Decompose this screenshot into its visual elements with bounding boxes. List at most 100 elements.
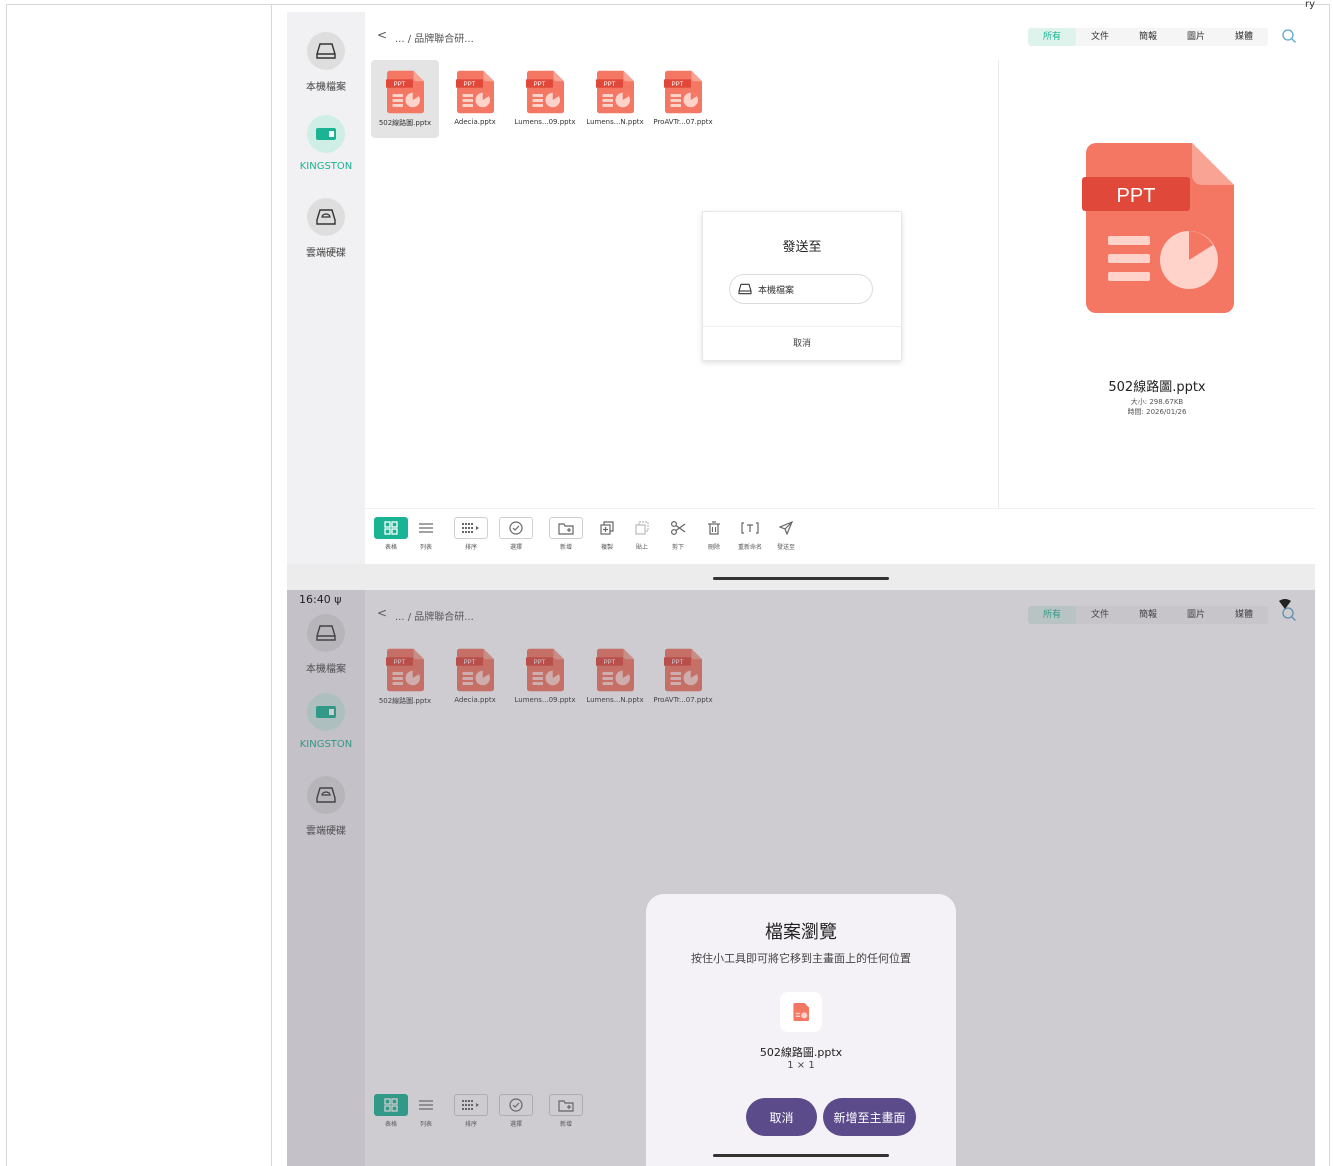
ppt-badge-text: PPT [534, 82, 546, 88]
sort-icon [454, 517, 488, 539]
top-bar: < ... / 品牌聯合研... 所有 文件 簡報 圖片 媒體 [365, 12, 1315, 60]
scissors-icon [661, 517, 695, 539]
file-name: ProAVTr...07.pptx [653, 118, 713, 126]
ppt-badge-text: PPT [604, 82, 616, 88]
add-to-home-button[interactable]: 新增至主畫面 [823, 1098, 916, 1136]
rename-icon [733, 517, 767, 539]
sidebar-item-kingston[interactable]: KINGSTON [287, 115, 365, 172]
status-bar: 16:40 ψ [287, 590, 1315, 610]
search-icon[interactable] [1281, 28, 1297, 48]
breadcrumb: ... / 品牌聯合研... [395, 34, 474, 45]
drive-icon [307, 32, 345, 70]
filter-tabs: 所有 文件 簡報 圖片 媒體 [1028, 28, 1268, 46]
grid-icon [374, 517, 408, 539]
copy-button[interactable]: 複製 [590, 517, 624, 551]
preview-size: 大小: 298.67KB [1130, 398, 1184, 406]
sort-button[interactable]: 排序 [454, 517, 488, 551]
corner-text: ry [1304, 0, 1315, 10]
ppt-badge-text: PPT [1117, 185, 1156, 207]
sidebar: 本機檔案 KINGSTON 雲端硬碟 [287, 12, 365, 590]
ppt-badge-text: PPT [394, 82, 406, 88]
new-folder-icon [549, 517, 583, 539]
ppt-badge-text: PPT [464, 82, 476, 88]
preview-file-name: 502線路圖.pptx [1108, 380, 1206, 395]
file-item[interactable]: PPT 502線路圖.pptx [371, 60, 439, 138]
toolbar-label: 刪除 [707, 544, 720, 551]
widget-sheet: 檔案瀏覽 按住小工具即可將它移到主畫面上的任何位置 502線路圖.pptx 1 … [646, 894, 956, 1166]
file-name: Lumens...09.pptx [514, 118, 576, 126]
toolbar-label: 剪下 [671, 544, 684, 551]
file-name: 502線路圖.pptx [378, 119, 432, 127]
copy-icon [590, 517, 624, 539]
dialog-cancel-button[interactable]: 取消 [703, 336, 901, 349]
tab-all[interactable]: 所有 [1028, 28, 1076, 46]
file-name: Adecia.pptx [454, 118, 496, 126]
widget-preview[interactable] [780, 992, 822, 1032]
tab-presentations[interactable]: 簡報 [1124, 28, 1172, 46]
sidebar-item-label: KINGSTON [299, 161, 353, 172]
send-option-label: 本機檔案 [758, 285, 795, 296]
sidebar-item-label: 雲端硬碟 [306, 248, 346, 259]
check-circle-icon [499, 517, 533, 539]
preview-meta: 大小: 298.67KB 時間: 2026/01/26 [999, 397, 1315, 417]
drive-icon [738, 280, 752, 299]
dialog-title: 發送至 [782, 240, 822, 255]
wifi-icon [1279, 594, 1291, 613]
frame-divider [271, 4, 272, 1166]
tab-documents[interactable]: 文件 [1076, 28, 1124, 46]
back-button[interactable]: < [377, 28, 387, 42]
delete-button[interactable]: 刪除 [697, 517, 731, 551]
rename-button[interactable]: 重新命名 [733, 517, 767, 551]
cut-button[interactable]: 剪下 [661, 517, 695, 551]
file-item[interactable]: PPT Adecia.pptx [441, 60, 509, 138]
ppt-file-icon: PPT [596, 69, 634, 115]
status-time: 16:40 ψ [299, 593, 342, 606]
select-button[interactable]: 選擇 [499, 517, 533, 551]
toolbar-label: 重新命名 [737, 544, 762, 551]
paste-button[interactable]: 貼上 [625, 517, 659, 551]
toolbar-label: 選擇 [509, 544, 522, 551]
home-indicator[interactable] [713, 1154, 889, 1157]
ppt-file-icon: PPT [386, 69, 424, 115]
ppt-file-icon: PPT [664, 69, 702, 115]
paste-icon [625, 517, 659, 539]
sidebar-item-cloud[interactable]: 雲端硬碟 [287, 198, 365, 259]
file-item[interactable]: PPT ProAVTr...07.pptx [649, 60, 717, 138]
preview-pane: PPT 502線路圖.pptx 大小: 298.67KB 時間: 2026/01… [998, 60, 1315, 508]
file-item[interactable]: PPT Lumens...09.pptx [511, 60, 579, 138]
file-name: Lumens...N.pptx [586, 118, 644, 126]
ppt-badge-text: PPT [672, 82, 684, 88]
file-manager-screen: 本機檔案 KINGSTON 雲端硬碟 < ... / 品牌聯合研... 所有 文… [287, 12, 1315, 590]
usb-drive-icon [307, 115, 345, 153]
preview-time: 時間: 2026/01/26 [1127, 408, 1187, 416]
list-view-button[interactable]: 列表 [409, 517, 443, 551]
toolbar-label: 排序 [464, 544, 477, 551]
toolbar-label: 貼上 [635, 544, 648, 551]
cancel-button[interactable]: 取消 [746, 1098, 817, 1136]
toolbar-label: 表格 [384, 544, 397, 551]
widget-size: 1 × 1 [787, 1060, 815, 1071]
widget-file-name: 502線路圖.pptx [759, 1046, 843, 1059]
home-indicator[interactable] [713, 577, 889, 580]
new-folder-button[interactable]: 新增 [549, 517, 583, 551]
trash-icon [697, 517, 731, 539]
list-icon [409, 517, 443, 539]
file-item[interactable]: PPT Lumens...N.pptx [581, 60, 649, 138]
toolbar-label: 發送至 [776, 544, 795, 551]
bottom-toolbar: 表格 列表 排序 選擇 新增 複製 貼上 剪下 刪除 重新命名 發送至 [365, 508, 1315, 565]
sheet-title: 檔案瀏覽 [765, 922, 837, 943]
dialog-divider [703, 326, 901, 327]
tab-media[interactable]: 媒體 [1220, 28, 1268, 46]
widget-picker-screen: 本機檔案 KINGSTON 雲端硬碟 < ... / 品牌聯合研... 所有 文… [287, 590, 1315, 1166]
toolbar-label: 列表 [419, 544, 432, 551]
sidebar-item-local[interactable]: 本機檔案 [287, 32, 365, 93]
ppt-file-icon: PPT [456, 69, 494, 115]
send-option-local[interactable]: 本機檔案 [729, 274, 873, 304]
file-grid: PPT 502線路圖.pptx PPT Adecia.pptx PPT Lumens...… [365, 60, 998, 508]
send-icon [769, 517, 803, 539]
send-to-button[interactable]: 發送至 [769, 517, 803, 551]
tab-images[interactable]: 圖片 [1172, 28, 1220, 46]
sheet-subtitle: 按住小工具即可將它移到主畫面上的任何位置 [691, 952, 911, 965]
ppt-file-large-icon: PPT [1082, 143, 1234, 313]
grid-view-button[interactable]: 表格 [374, 517, 408, 551]
